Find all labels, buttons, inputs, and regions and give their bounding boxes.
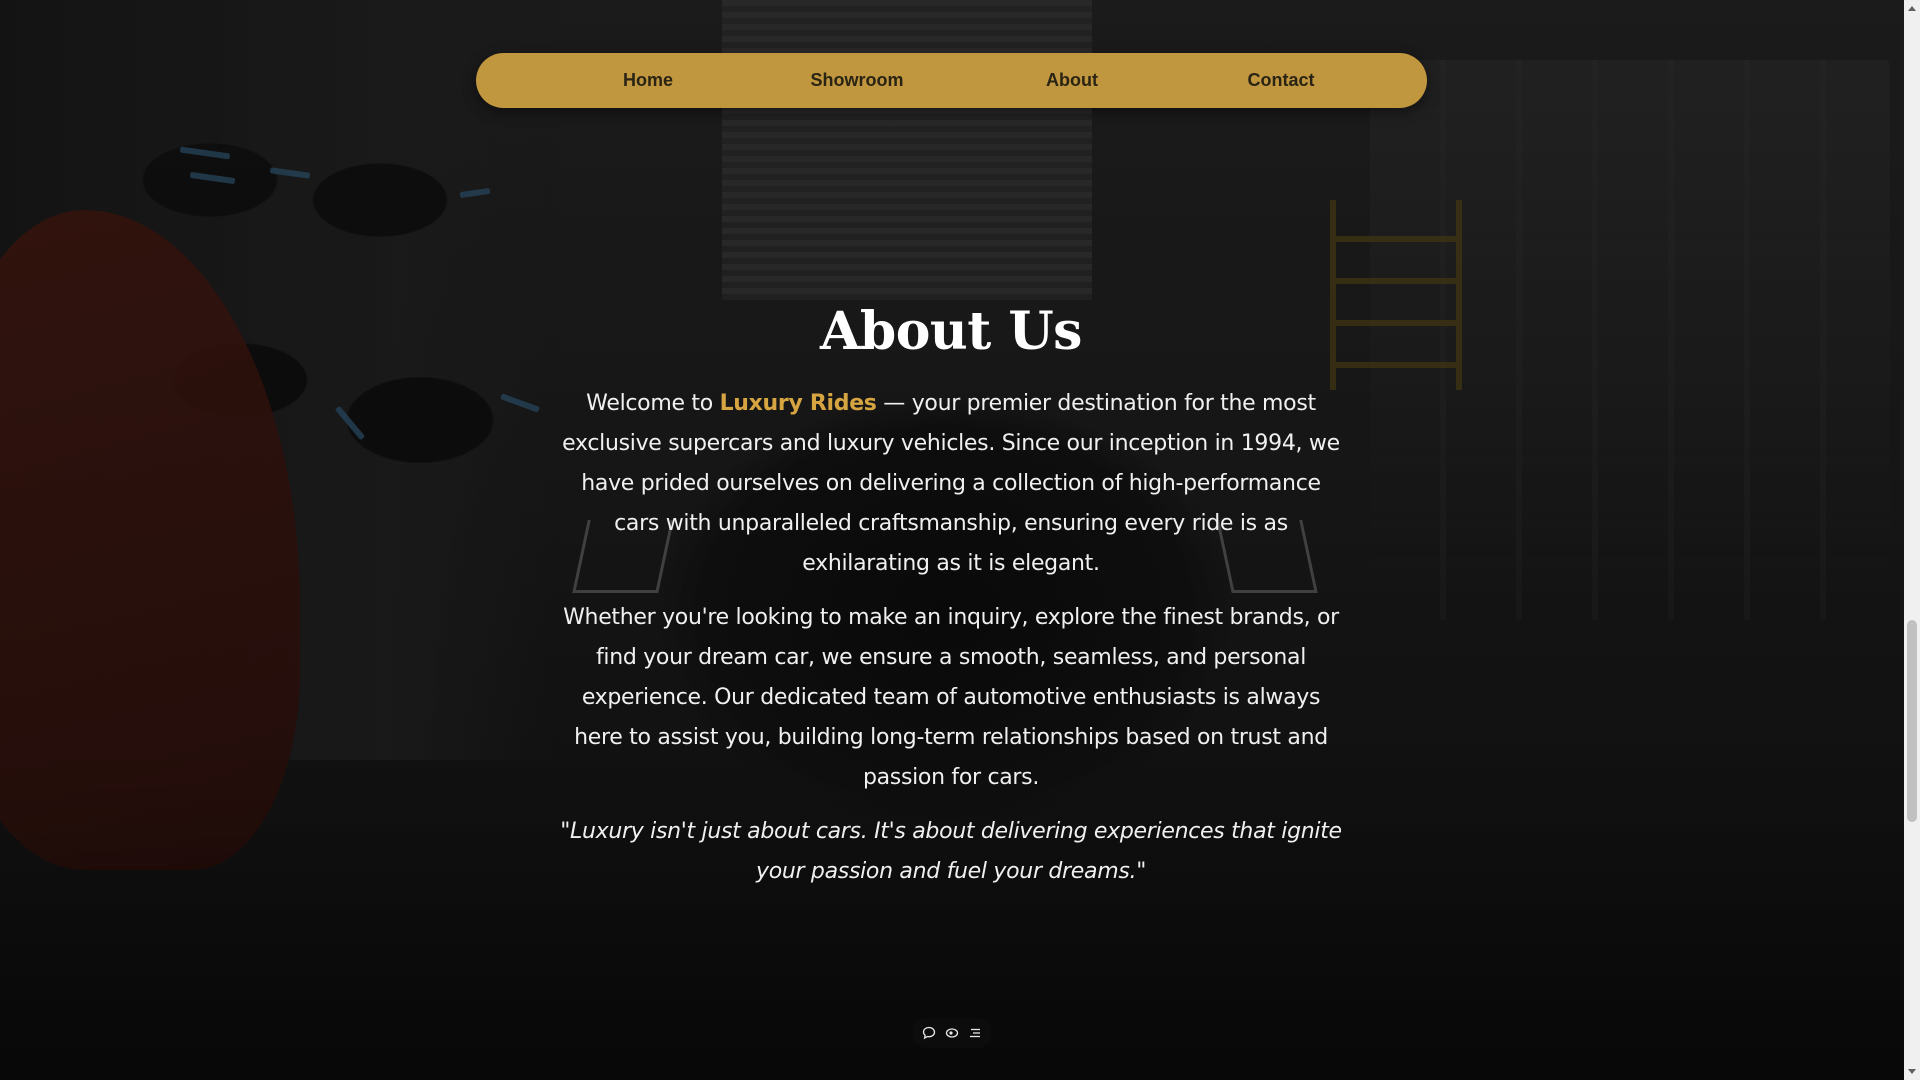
about-quote: "Luxury isn't just about cars. It's abou… bbox=[560, 819, 1342, 884]
chat-icon[interactable] bbox=[921, 1025, 937, 1041]
brand-name: Luxury Rides bbox=[719, 391, 877, 416]
intro-suffix: — your premier destination for the most … bbox=[562, 391, 1340, 576]
floating-toolbar bbox=[912, 1018, 992, 1048]
about-intro-paragraph: Welcome to Luxury Rides — your premier d… bbox=[560, 384, 1342, 584]
page: Home Showroom About Contact About Us Wel… bbox=[0, 0, 1920, 1080]
intro-prefix: Welcome to bbox=[586, 391, 720, 416]
scrollbar-thumb[interactable] bbox=[1907, 620, 1917, 822]
about-second-paragraph: Whether you're looking to make an inquir… bbox=[563, 605, 1339, 790]
about-section: About Us Welcome to Luxury Rides — your … bbox=[560, 296, 1342, 892]
main-navbar: Home Showroom About Contact bbox=[476, 53, 1427, 108]
nav-contact[interactable]: Contact bbox=[1248, 53, 1315, 108]
scroll-down-arrow-icon[interactable] bbox=[1904, 1064, 1920, 1080]
scroll-up-arrow-icon[interactable] bbox=[1904, 0, 1920, 16]
page-title: About Us bbox=[820, 301, 1082, 362]
nav-showroom[interactable]: Showroom bbox=[811, 53, 904, 108]
nav-about[interactable]: About bbox=[1046, 53, 1098, 108]
menu-icon[interactable] bbox=[967, 1025, 983, 1041]
nav-home[interactable]: Home bbox=[623, 53, 673, 108]
vertical-scrollbar[interactable] bbox=[1904, 0, 1920, 1080]
eye-icon[interactable] bbox=[944, 1025, 960, 1041]
